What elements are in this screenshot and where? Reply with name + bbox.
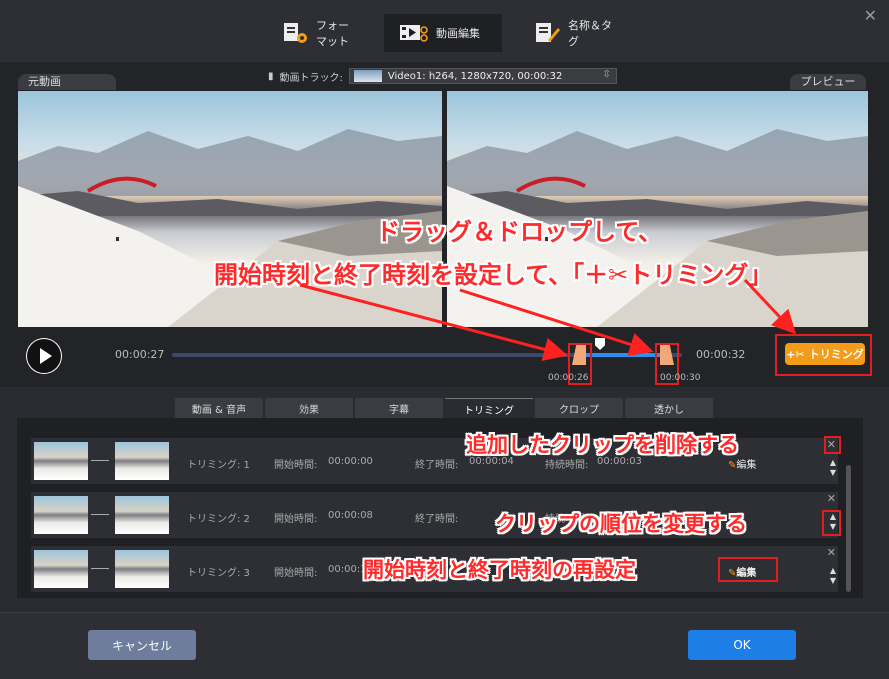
ok-button[interactable]: OK	[688, 630, 796, 660]
annotation-arrows	[299, 278, 797, 362]
arrow-to-trim-button	[743, 278, 797, 335]
arrow-to-start-handle	[299, 283, 568, 362]
cancel-button[interactable]: キャンセル	[88, 630, 196, 660]
arrow-to-end-handle	[459, 288, 654, 356]
